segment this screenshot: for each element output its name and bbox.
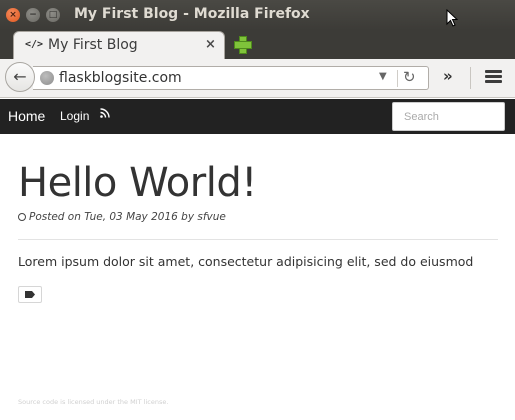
url-dropdown-icon[interactable]: ▼ bbox=[379, 71, 387, 82]
post-meta-text: Posted on Tue, 03 May 2016 by sfvue bbox=[29, 211, 226, 223]
code-favicon-icon: </> bbox=[25, 39, 44, 50]
toolbar-separator bbox=[470, 67, 471, 89]
tab-my-first-blog[interactable]: </> My First Blog × bbox=[13, 31, 225, 59]
new-tab-plus-icon[interactable] bbox=[234, 36, 252, 54]
clock-icon bbox=[18, 213, 26, 221]
tab-strip: </> My First Blog × bbox=[0, 30, 515, 59]
window-maximize-button[interactable]: □ bbox=[46, 8, 60, 22]
search-input[interactable] bbox=[392, 102, 505, 131]
tab-label: My First Blog bbox=[48, 37, 138, 53]
post-meta: Posted on Tue, 03 May 2016 by sfvue bbox=[18, 211, 226, 223]
tab-close-icon[interactable]: × bbox=[205, 37, 216, 52]
nav-home-link[interactable]: Home bbox=[8, 108, 45, 124]
url-bar[interactable]: flaskblogsite.com ▼ ↻ bbox=[33, 66, 429, 90]
footer-license-text: Source code is licensed under the MIT li… bbox=[18, 398, 169, 406]
globe-icon bbox=[40, 71, 54, 85]
site-navbar: Home Login bbox=[0, 99, 515, 134]
tags-icon bbox=[25, 291, 35, 298]
url-separator bbox=[397, 70, 398, 87]
window-minimize-button[interactable]: − bbox=[26, 8, 40, 22]
post-divider bbox=[18, 239, 498, 240]
mouse-cursor-icon bbox=[446, 9, 458, 27]
nav-login-link[interactable]: Login bbox=[60, 109, 89, 123]
back-button[interactable]: ← bbox=[5, 62, 35, 92]
window-title: My First Blog - Mozilla Firefox bbox=[74, 6, 310, 22]
hamburger-menu-icon[interactable] bbox=[485, 70, 502, 84]
post-body: Lorem ipsum dolor sit amet, consectetur … bbox=[18, 254, 474, 269]
window-titlebar: × − □ My First Blog - Mozilla Firefox bbox=[0, 0, 515, 30]
post-title: Hello World! bbox=[18, 160, 257, 206]
window-close-button[interactable]: × bbox=[6, 8, 20, 22]
reload-icon[interactable]: ↻ bbox=[403, 68, 416, 86]
browser-navbar: flaskblogsite.com ▼ ↻ ← » bbox=[0, 59, 515, 98]
overflow-chevron-icon[interactable]: » bbox=[443, 67, 453, 85]
url-text[interactable]: flaskblogsite.com bbox=[59, 70, 182, 86]
tags-button[interactable] bbox=[18, 286, 42, 303]
rss-icon[interactable] bbox=[100, 108, 110, 121]
